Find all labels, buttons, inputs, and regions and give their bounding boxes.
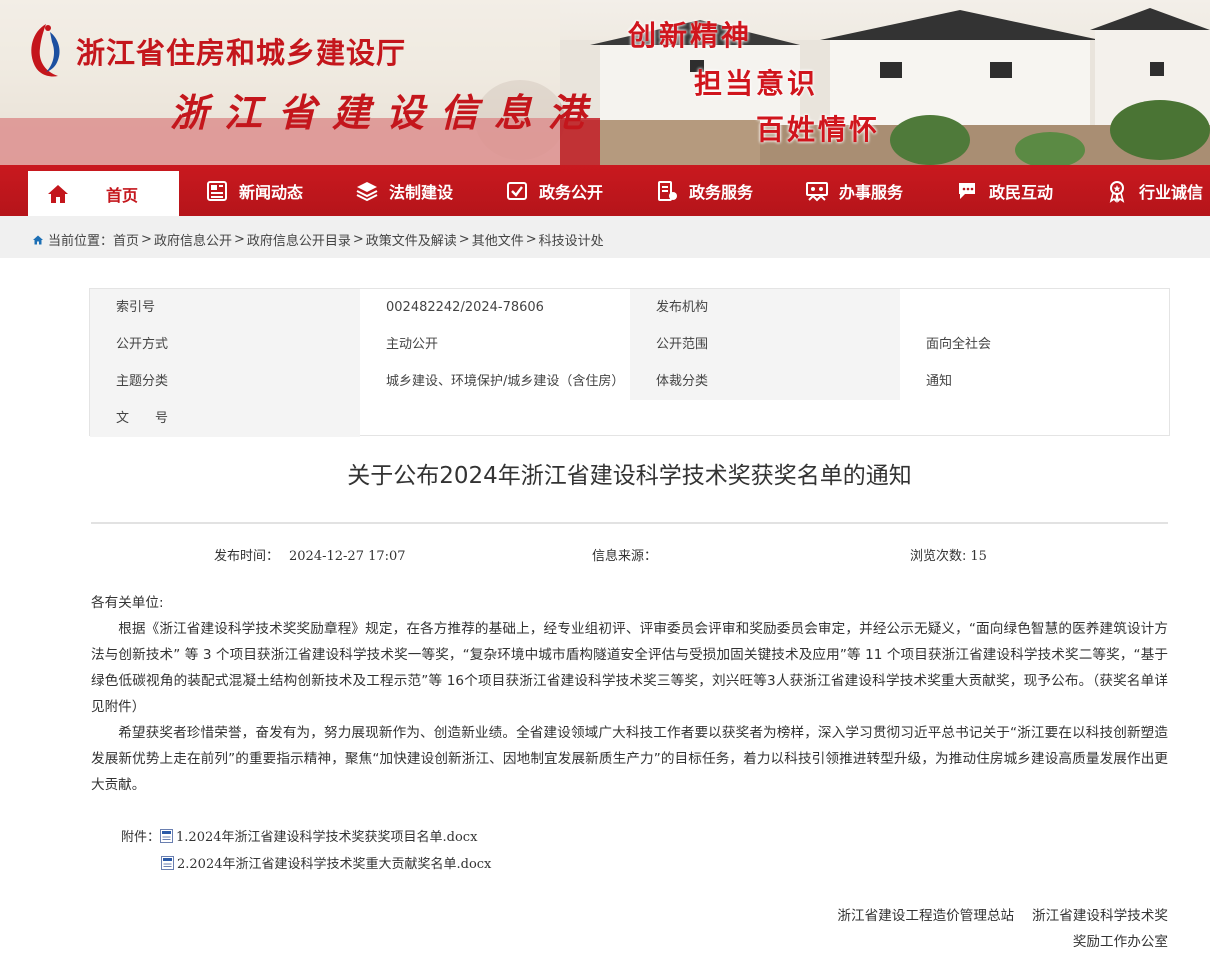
- meta-open-scope-label: 公开范围: [630, 326, 900, 363]
- nav-item-gov-service[interactable]: 政务服务: [629, 165, 779, 216]
- article-body: 各有关单位: 根据《浙江省建设科学技术奖奖励章程》规定，在各方推荐的基础上，经专…: [91, 590, 1168, 798]
- nav-item-label: 政民互动: [988, 182, 1053, 202]
- title-divider: [91, 522, 1168, 524]
- paragraph-1: 根据《浙江省建设科学技术奖奖励章程》规定，在各方推荐的基础上，经专业组初评、评审…: [91, 621, 1168, 715]
- doc-file-icon: [160, 828, 174, 843]
- view-count-value: 15: [970, 549, 987, 564]
- info-source-label: 信息来源：: [592, 549, 658, 564]
- layers-icon: [356, 181, 378, 201]
- meta-publisher-label: 发布机构: [630, 289, 900, 326]
- nav-item-interaction[interactable]: 政民互动: [929, 165, 1079, 216]
- attachment-item: 附件： 1.2024年浙江省建设科学技术奖获奖项目名单.docx: [121, 826, 477, 845]
- meta-open-mode-label: 公开方式: [90, 326, 360, 363]
- meta-open-scope-value: 面向全社会: [926, 337, 992, 352]
- nav-item-gov-open[interactable]: 政务公开: [479, 165, 629, 216]
- people-icon: [805, 181, 828, 201]
- doc-file-icon: [161, 855, 174, 870]
- nav-item-legal[interactable]: 法制建设: [329, 165, 479, 216]
- slogan-3: 百姓情怀: [756, 113, 881, 146]
- meta-doc-no-label: 文 号: [90, 400, 360, 437]
- info-source: 信息来源：: [592, 545, 667, 564]
- meta-publisher-value: [900, 289, 1169, 326]
- breadcrumb-item-policy[interactable]: 政策文件及解读: [366, 230, 457, 249]
- breadcrumb-prefix: 当前位置：: [48, 234, 114, 249]
- nav-item-credit[interactable]: 行业诚信: [1079, 165, 1210, 216]
- breadcrumb: 当前位置： 首页 > 政府信息公开 > 政府信息公开目录 > 政策文件及解读 >…: [32, 230, 604, 249]
- meta-index-value: 002482242/2024-78606: [386, 300, 544, 315]
- nav-item-label: 政务公开: [538, 182, 603, 202]
- service-icon: [657, 180, 677, 201]
- slogan-1: 创新精神: [628, 19, 753, 52]
- meta-topic-label: 主题分类: [90, 363, 360, 400]
- checkbox-icon: [506, 181, 527, 200]
- medal-icon: [1109, 180, 1125, 203]
- publish-time-label: 发布时间：: [214, 549, 280, 564]
- breadcrumb-item-dept[interactable]: 科技设计处: [539, 230, 604, 249]
- nav-item-label: 首页: [106, 185, 139, 205]
- nav-item-label: 政务服务: [688, 182, 753, 202]
- article-title: 关于公布2024年浙江省建设科学技术奖获奖名单的通知: [347, 463, 912, 489]
- publish-time: 发布时间： 2024-12-27 17:07: [214, 545, 406, 564]
- view-count: 浏览次数: 15: [910, 545, 987, 564]
- attachments-label: 附件：: [121, 830, 161, 845]
- breadcrumb-item-gov-info[interactable]: 政府信息公开: [154, 230, 232, 249]
- site-title: 浙江省住房和城乡建设厅: [76, 36, 407, 70]
- nav-item-news[interactable]: 新闻动态: [179, 165, 329, 216]
- site-banner: 浙江省住房和城乡建设厅 浙江省建设信息港 创新精神 担当意识 百姓情怀: [0, 0, 1210, 165]
- nav-item-home[interactable]: 首页: [28, 171, 179, 216]
- attachment-link-2[interactable]: 2.2024年浙江省建设科学技术奖重大贡献奖名单.docx: [177, 853, 491, 872]
- meta-doc-no-value: [360, 400, 630, 437]
- signer-line-2: 奖励工作办公室: [1072, 934, 1168, 950]
- meta-genre-label: 体裁分类: [630, 363, 900, 400]
- home-icon: [33, 235, 43, 244]
- salutation: 各有关单位:: [91, 595, 164, 611]
- nav-item-affairs[interactable]: 办事服务: [779, 165, 929, 216]
- breadcrumb-bar: 当前位置： 首页 > 政府信息公开 > 政府信息公开目录 > 政策文件及解读 >…: [0, 216, 1210, 258]
- meta-open-mode-value: 主动公开: [386, 337, 439, 352]
- site-logo: [31, 24, 60, 77]
- attachment-link-1[interactable]: 1.2024年浙江省建设科学技术奖获奖项目名单.docx: [176, 826, 477, 845]
- slogan-2: 担当意识: [694, 67, 819, 100]
- publish-time-value: 2024-12-27 17:07: [289, 549, 406, 564]
- attachment-item: 2.2024年浙江省建设科学技术奖重大贡献奖名单.docx: [161, 853, 491, 872]
- main-nav: 首页 新闻动态 法制建设 政务公开 政务服务 办事服务 政民互动 行业诚信: [0, 165, 1210, 216]
- nav-item-label: 办事服务: [838, 182, 903, 202]
- breadcrumb-item-home[interactable]: 首页: [113, 230, 139, 249]
- view-count-label: 浏览次数:: [910, 549, 967, 564]
- site-subtitle: 浙江省建设信息港: [170, 90, 603, 135]
- breadcrumb-item-other[interactable]: 其他文件: [472, 230, 524, 249]
- meta-topic-value: 城乡建设、环境保护/城乡建设（含住房）: [386, 374, 625, 389]
- meta-genre-value: 通知: [926, 374, 953, 389]
- signer-line-1: 浙江省建设工程造价管理总站 浙江省建设科学技术奖: [837, 908, 1168, 924]
- newspaper-icon: [206, 180, 227, 201]
- nav-item-label: 新闻动态: [238, 182, 303, 202]
- chat-icon: [958, 182, 975, 199]
- document-meta-table: 索引号 002482242/2024-78606 发布机构 公开方式 主动公开 …: [89, 288, 1170, 437]
- meta-index-label: 索引号: [90, 289, 360, 326]
- breadcrumb-item-catalog[interactable]: 政府信息公开目录: [247, 230, 351, 249]
- nav-item-label: 法制建设: [388, 182, 453, 202]
- home-icon: [48, 184, 68, 203]
- nav-item-label: 行业诚信: [1138, 182, 1203, 202]
- paragraph-2: 希望获奖者珍惜荣誉，奋发有为，努力展现新作为、创造新业绩。全省建设领域广大科技工…: [91, 725, 1168, 793]
